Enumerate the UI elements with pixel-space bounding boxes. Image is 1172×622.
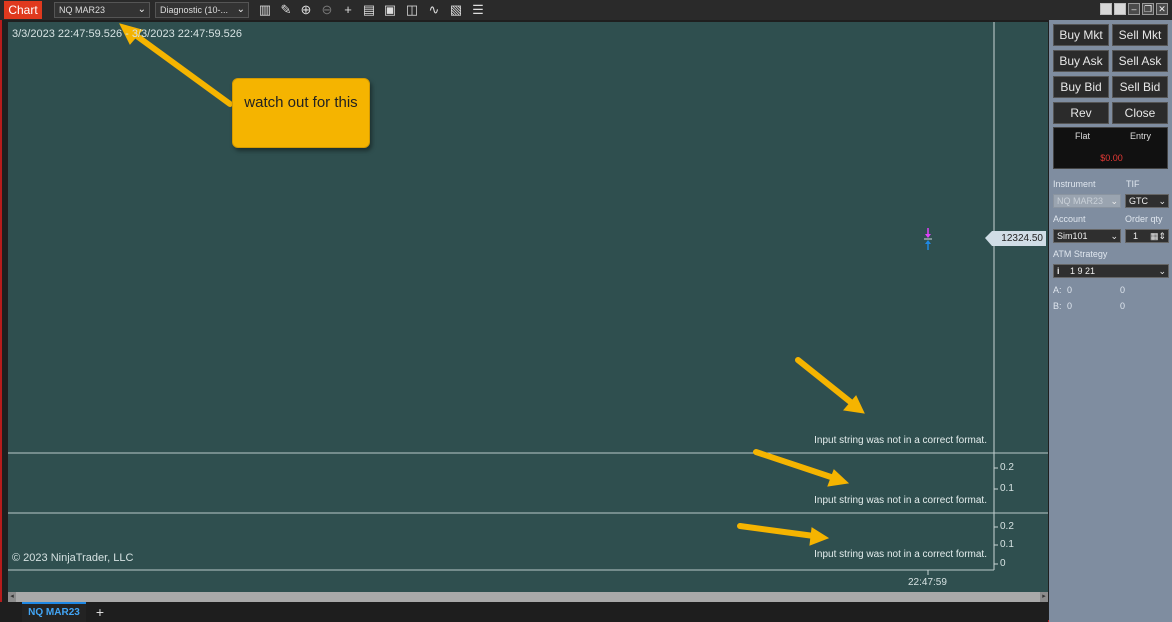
tif-label: TIF xyxy=(1126,179,1140,189)
annotation-arrow-error-3 xyxy=(737,523,830,546)
row-a-label: A: xyxy=(1053,285,1062,295)
list-icon[interactable]: ☰ xyxy=(470,1,486,19)
add-tab-button[interactable]: + xyxy=(92,604,108,620)
scroll-left-icon[interactable]: ◂ xyxy=(8,592,16,602)
panel2-tick-label: 0.2 xyxy=(1000,462,1014,473)
chart-area[interactable]: 3/3/2023 22:47:59.526 - 3/3/2023 22:47:5… xyxy=(8,22,1048,592)
panel2-tick-label: 0.1 xyxy=(1000,483,1014,494)
sell-bid-button[interactable]: Sell Bid xyxy=(1112,76,1168,98)
account-select[interactable]: Sim101 ⌄ xyxy=(1053,229,1121,243)
copyright-text: © 2023 NinjaTrader, LLC xyxy=(12,552,134,564)
time-axis-label: 22:47:59 xyxy=(908,577,947,588)
tif-select-value: GTC xyxy=(1129,196,1148,206)
tab-nq-mar23[interactable]: NQ MAR23 xyxy=(22,602,86,622)
panel3-tick-label: 0 xyxy=(1000,558,1006,569)
zoom-out-icon[interactable]: ⊖ xyxy=(319,1,335,19)
bar-type-icon[interactable]: ▥ xyxy=(257,1,273,19)
chart-tab-bar: NQ MAR23 + xyxy=(0,602,1048,622)
current-price-marker: 12324.50 xyxy=(985,231,1046,246)
reverse-button[interactable]: Rev xyxy=(1053,102,1109,124)
atm-strategy-label: ATM Strategy xyxy=(1053,249,1108,259)
calculator-stepper-icon[interactable]: ▦⇕ xyxy=(1150,230,1166,242)
chevron-down-icon: ⌄ xyxy=(1158,196,1166,206)
annotation-arrow-error-1 xyxy=(795,357,865,414)
minimize-icon[interactable]: – xyxy=(1128,3,1140,15)
row-b-value-2: 0 xyxy=(1120,301,1126,311)
template-selector-value: Diagnostic (10-... xyxy=(160,5,229,15)
horizontal-scrollbar[interactable]: ◂ ▸ xyxy=(8,592,1048,602)
chevron-down-icon: ⌄ xyxy=(1158,266,1166,276)
chart-toolbar: Chart NQ MAR23 ⌄ Diagnostic (10-... ⌄ ▥ … xyxy=(0,0,1172,20)
error-message: Input string was not in a correct format… xyxy=(814,435,987,446)
chart-time-range: 3/3/2023 22:47:59.526 - 3/3/2023 22:47:5… xyxy=(12,28,242,40)
instrument-select-value: NQ MAR23 xyxy=(1057,196,1104,206)
buy-bid-button[interactable]: Buy Bid xyxy=(1053,76,1109,98)
callout-box: watch out for this xyxy=(232,78,370,148)
window-option-button[interactable] xyxy=(1100,3,1112,15)
order-qty-value: 1 xyxy=(1133,231,1139,241)
error-message: Input string was not in a correct format… xyxy=(814,495,987,506)
indicators-icon[interactable]: ∿ xyxy=(426,1,442,19)
chevron-down-icon: ⌄ xyxy=(1110,196,1118,206)
atm-strategy-value: 1 9 21 xyxy=(1070,266,1096,276)
position-entry-label: Entry xyxy=(1129,131,1151,141)
panel3-tick-label: 0.2 xyxy=(1000,521,1014,532)
chart-tab-label[interactable]: Chart xyxy=(4,1,42,19)
order-qty-input[interactable]: 1 ▦⇕ xyxy=(1125,229,1169,243)
position-status: Flat xyxy=(1074,131,1090,141)
instrument-selector-value: NQ MAR23 xyxy=(59,5,106,15)
panel3-tick-label: 0.1 xyxy=(1000,539,1014,550)
position-display: Flat Entry $0.00 xyxy=(1053,127,1168,169)
template-selector[interactable]: Diagnostic (10-... ⌄ xyxy=(155,2,249,18)
chevron-down-icon: ⌄ xyxy=(1110,231,1118,241)
instrument-label: Instrument xyxy=(1053,179,1096,189)
chart-trader-panel: Buy Mkt Sell Mkt Buy Ask Sell Ask Buy Bi… xyxy=(1049,20,1172,622)
tif-select[interactable]: GTC ⌄ xyxy=(1125,194,1169,208)
chevron-down-icon: ⌄ xyxy=(137,4,146,15)
instrument-selector[interactable]: NQ MAR23 ⌄ xyxy=(54,2,150,18)
chevron-down-icon: ⌄ xyxy=(236,4,245,15)
sell-ask-button[interactable]: Sell Ask xyxy=(1112,50,1168,72)
restore-icon[interactable]: ❐ xyxy=(1142,3,1154,15)
crosshair-icon[interactable]: + xyxy=(340,1,356,19)
annotation-arrow-error-2 xyxy=(753,449,850,487)
buy-ask-button[interactable]: Buy Ask xyxy=(1053,50,1109,72)
price-bar-marker xyxy=(924,228,932,250)
callout-text: watch out for this xyxy=(244,94,358,111)
instrument-select: NQ MAR23 ⌄ xyxy=(1053,194,1121,208)
scroll-right-icon[interactable]: ▸ xyxy=(1040,592,1048,602)
drawing-tool-icon[interactable]: ✎ xyxy=(278,1,294,19)
info-icon[interactable]: i xyxy=(1057,266,1060,276)
row-a-value-2: 0 xyxy=(1120,285,1126,295)
order-qty-label: Order qty xyxy=(1125,214,1163,224)
close-icon[interactable]: ✕ xyxy=(1156,3,1168,15)
window-option-button-2[interactable] xyxy=(1114,3,1126,15)
chart-canvas xyxy=(8,22,1048,575)
position-pnl: $0.00 xyxy=(1100,153,1123,163)
close-position-button[interactable]: Close xyxy=(1112,102,1168,124)
account-select-value: Sim101 xyxy=(1057,231,1088,241)
row-b-label: B: xyxy=(1053,301,1062,311)
account-label: Account xyxy=(1053,214,1086,224)
zoom-in-icon[interactable]: ⊕ xyxy=(298,1,314,19)
row-a-value-1: 0 xyxy=(1067,285,1073,295)
atm-strategy-select[interactable]: i 1 9 21 ⌄ xyxy=(1053,264,1169,278)
error-message: Input string was not in a correct format… xyxy=(814,549,987,560)
sell-market-button[interactable]: Sell Mkt xyxy=(1112,24,1168,46)
row-b-value-1: 0 xyxy=(1067,301,1073,311)
screenshot-icon[interactable]: ◫ xyxy=(404,1,420,19)
buy-market-button[interactable]: Buy Mkt xyxy=(1053,24,1109,46)
data-box-icon[interactable]: ▣ xyxy=(382,1,398,19)
properties-icon[interactable]: ▤ xyxy=(361,1,377,19)
strategies-icon[interactable]: ▧ xyxy=(448,1,464,19)
